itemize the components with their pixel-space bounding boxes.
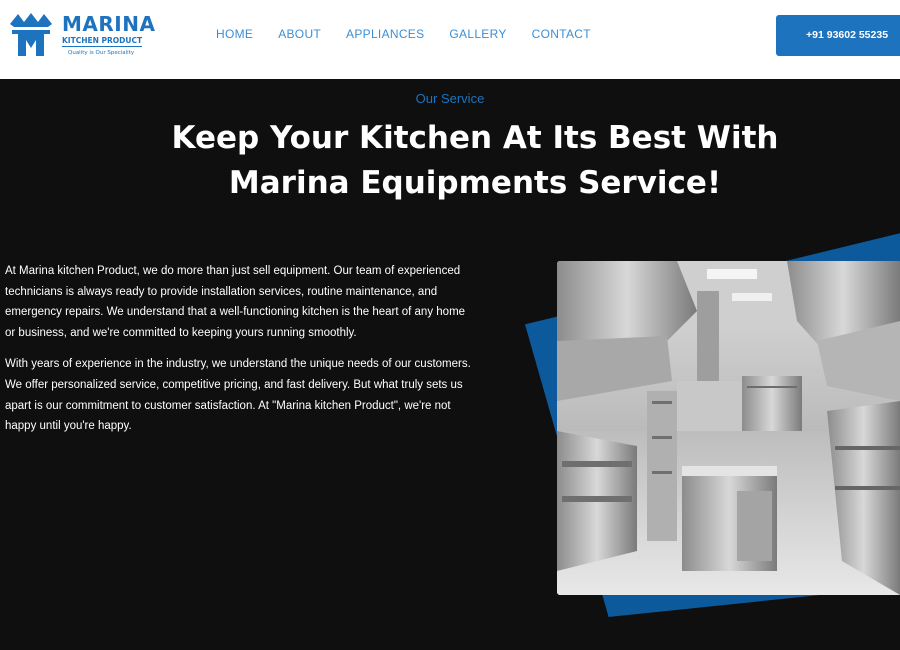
paragraph-2: With years of experience in the industry…	[5, 358, 471, 433]
kitchen-photo	[557, 261, 900, 595]
brand-subtitle: KITCHEN PRODUCT	[62, 36, 143, 47]
brand-logo[interactable]: MARINA KITCHEN PRODUCT Quality is Our Sp…	[6, 10, 156, 62]
commercial-kitchen-image	[557, 261, 900, 595]
main-nav: HOME ABOUT APPLIANCES GALLERY CONTACT	[216, 27, 616, 41]
brand-tagline: Quality is Our Speciality	[68, 50, 135, 56]
brand-name: MARINA	[62, 12, 156, 36]
nav-home[interactable]: HOME	[216, 27, 253, 41]
nav-contact[interactable]: CONTACT	[532, 27, 591, 41]
crown-logo-icon	[10, 13, 52, 56]
section-eyebrow: Our Service	[415, 91, 485, 106]
nav-appliances[interactable]: APPLIANCES	[346, 27, 424, 41]
section-title: Keep Your Kitchen At Its Best With Marin…	[0, 116, 900, 206]
nav-about[interactable]: ABOUT	[278, 27, 321, 41]
phone-button[interactable]: +91 93602 55235	[776, 15, 900, 56]
site-header: MARINA KITCHEN PRODUCT Quality is Our Sp…	[0, 0, 900, 79]
section-title-line2: Marina Equipments Service!	[228, 165, 722, 201]
section-title-line1: Keep Your Kitchen At Its Best With	[171, 120, 779, 156]
nav-gallery[interactable]: GALLERY	[449, 27, 506, 41]
section-body: At Marina kitchen Product, we do more th…	[5, 261, 475, 448]
paragraph-1: At Marina kitchen Product, we do more th…	[5, 265, 466, 339]
